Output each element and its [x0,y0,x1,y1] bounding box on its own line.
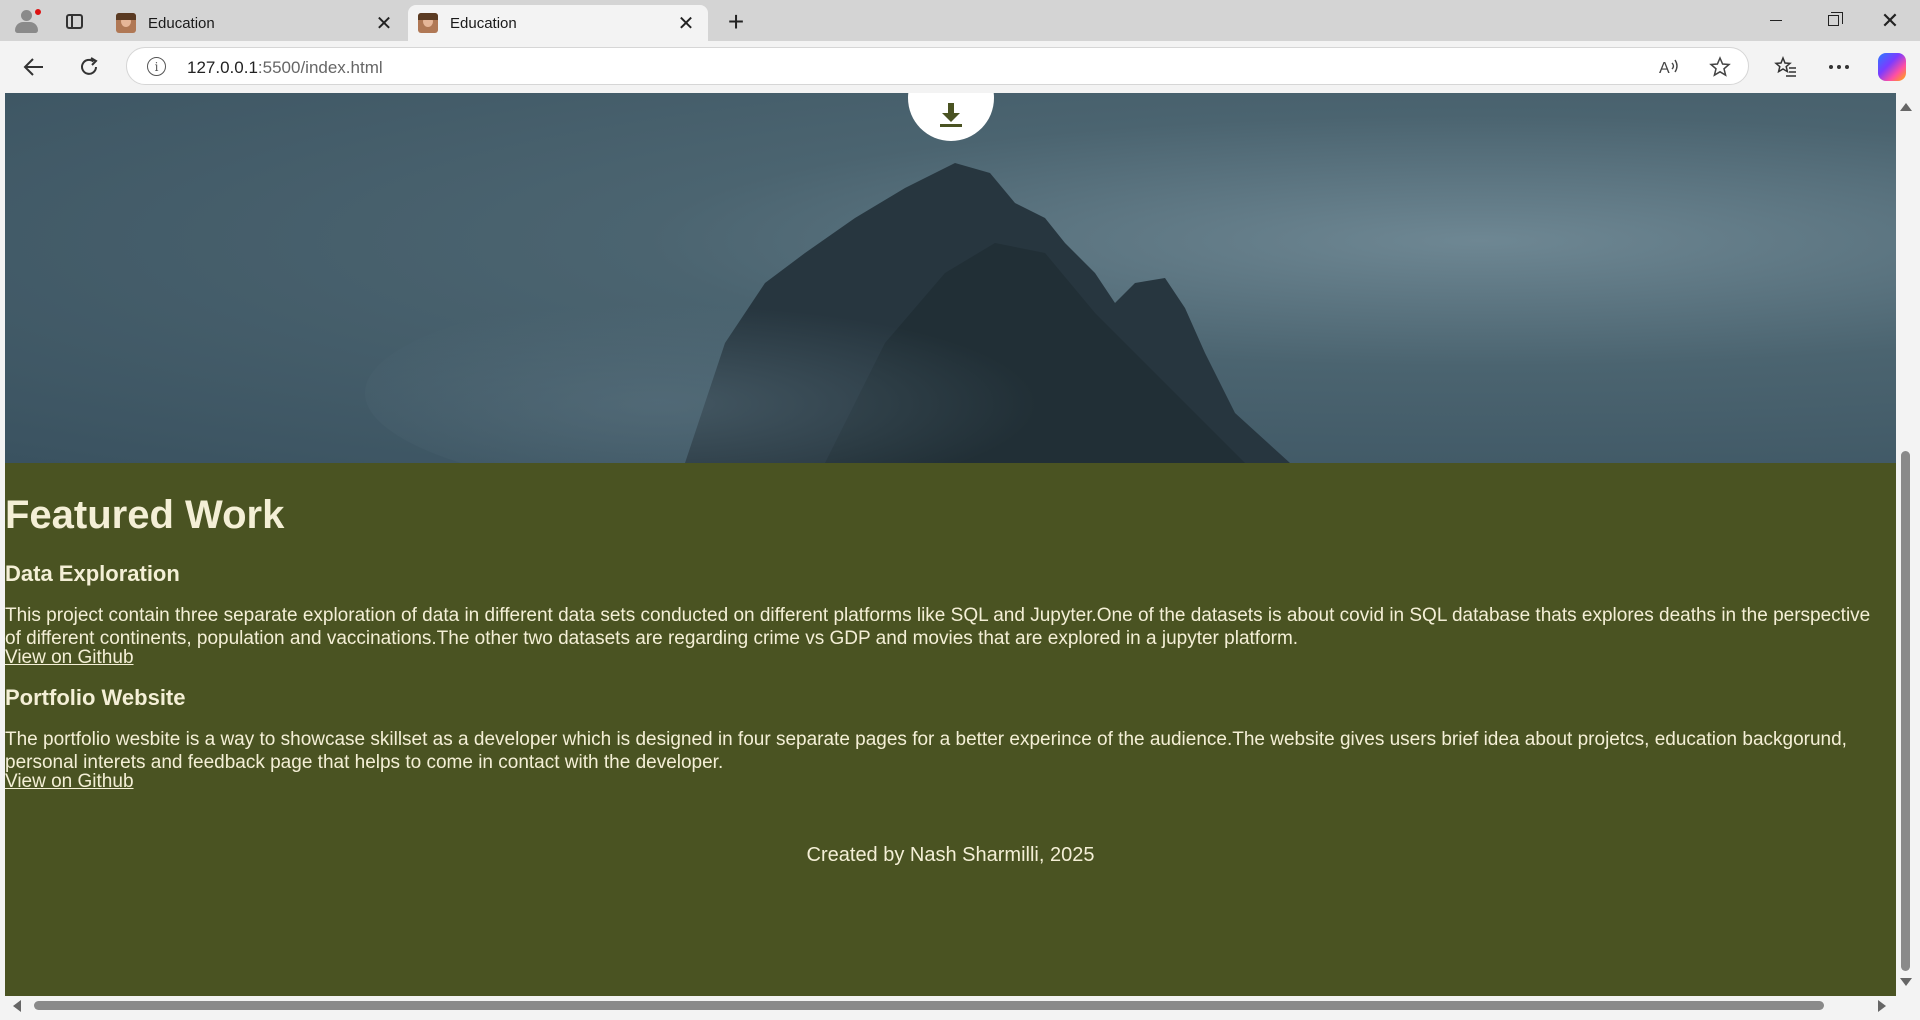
address-bar[interactable]: i 127.0.0.1:5500/index.html A [126,47,1749,85]
project-title: Data Exploration [5,561,180,586]
download-icon [939,103,963,129]
favorite-star-icon[interactable] [1707,55,1733,79]
project-description: This project contain three separate expl… [5,605,1871,649]
site-favicon-icon [116,13,136,33]
mountain-silhouette [365,163,1290,463]
tab-title: Education [148,14,215,32]
tab-close-icon[interactable]: ✕ [672,9,700,37]
project-description: The portfolio wesbite is a way to showca… [5,729,1847,773]
footer-credit: Created by Nash Sharmilli, 2025 [806,844,1095,866]
scroll-up-icon[interactable] [1900,103,1912,111]
back-arrow-icon[interactable] [18,51,50,83]
scroll-thumb[interactable] [1901,451,1910,971]
scroll-down-icon[interactable] [1900,978,1912,986]
hero-image [5,93,1896,463]
tab-actions-icon[interactable] [62,10,86,32]
address-toolbar: i 127.0.0.1:5500/index.html A [0,41,1920,91]
info-icon[interactable]: i [147,57,166,76]
project-title: Portfolio Website [5,685,186,710]
tab-close-icon[interactable]: ✕ [370,9,398,37]
svg-text:A: A [1659,60,1670,77]
github-link[interactable]: View on Github [5,771,134,793]
profile-icon[interactable] [12,8,42,34]
minimize-button[interactable] [1748,0,1804,41]
site-favicon-icon [418,13,438,33]
restore-button[interactable] [1805,0,1861,41]
refresh-icon[interactable] [73,51,105,83]
scroll-thumb[interactable] [34,1001,1824,1010]
scroll-right-icon[interactable] [1878,1000,1886,1012]
page-viewport: Featured Work Data Exploration This proj… [5,93,1896,996]
tab-education-1[interactable]: Education ✕ [106,5,406,41]
horizontal-scrollbar[interactable] [5,996,1896,1014]
scroll-left-icon[interactable] [13,1000,21,1012]
vertical-scrollbar[interactable] [1896,93,1914,996]
tab-education-2[interactable]: Education ✕ [408,5,708,41]
tab-title: Education [450,14,517,32]
read-aloud-icon[interactable]: A [1656,55,1682,79]
favorites-icon[interactable] [1770,51,1802,83]
plus-icon[interactable]: + [720,6,752,38]
close-window-button[interactable]: ✕ [1862,0,1918,41]
featured-heading: Featured Work [5,493,285,537]
url-text[interactable]: 127.0.0.1:5500/index.html [187,58,383,78]
github-link[interactable]: View on Github [5,647,134,669]
copilot-icon[interactable] [1878,53,1906,81]
tab-strip: Education ✕ Education ✕ + ✕ [0,0,1920,41]
more-options-icon[interactable] [1823,51,1855,83]
